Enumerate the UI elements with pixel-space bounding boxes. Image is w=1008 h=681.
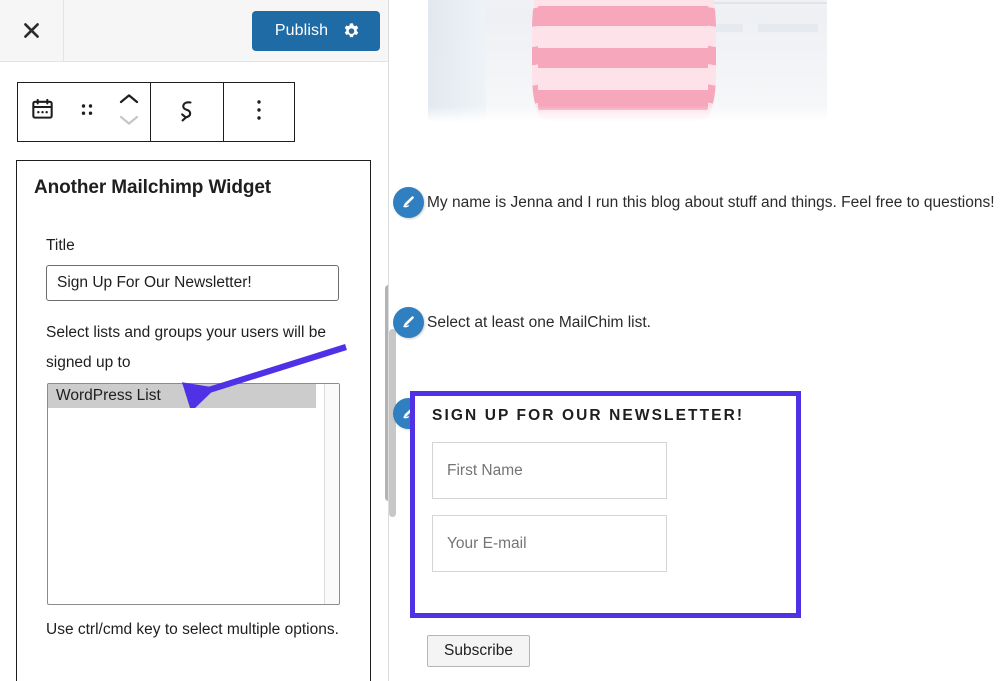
block-toolbar-group-primary [18,83,150,141]
publish-button[interactable]: Publish [252,11,380,51]
blue-pen-badge-icon[interactable] [393,187,424,218]
title-field-label: Title [46,237,75,254]
newsletter-heading: SIGN UP FOR OUR NEWSLETTER! [432,407,745,424]
site-preview-panel: My name is Jenna and I run this blog abo… [389,0,1008,681]
block-toolbar [17,82,295,142]
editor-header-bar: Publish [0,0,388,62]
more-options-button[interactable] [224,83,294,141]
email-input[interactable] [432,515,667,572]
transform-block-button[interactable] [151,83,223,141]
chevron-up-icon [118,92,140,111]
block-movers [108,92,150,133]
chevron-down-icon [118,113,140,132]
six-dot-drag-icon [79,101,95,124]
preview-scrollbar-thumb[interactable] [389,329,396,517]
calendar-widget-block-icon [30,97,55,127]
widget-editor-screen: Publish Another Mailchimp Widget Title S… [0,0,1008,681]
drag-handle[interactable] [66,83,108,141]
subscribe-button[interactable]: Subscribe [427,635,530,667]
hero-left-blur [428,0,486,122]
vertical-ellipsis-icon [256,99,262,126]
curved-arrow-transform-icon [173,96,201,129]
gear-icon[interactable] [342,22,361,41]
close-button[interactable] [0,0,64,61]
blue-pen-badge-icon[interactable] [393,307,424,338]
hero-shelf-block [758,24,818,32]
preview-paragraph[interactable]: My name is Jenna and I run this blog abo… [427,188,1008,218]
editor-scrollbar-track[interactable] [377,62,388,681]
block-editor-panel: Publish Another Mailchimp Widget Title S… [0,0,388,681]
list-item[interactable]: WordPress List [48,384,316,408]
move-down-button[interactable] [108,113,150,133]
hero-striped-shirt [538,0,708,122]
first-name-input[interactable] [432,442,667,499]
publish-button-label: Publish [274,22,329,39]
hero-fade [428,106,827,122]
lists-help-text: Use ctrl/cmd key to select multiple opti… [46,621,339,638]
lists-scrollbar[interactable] [324,384,339,604]
title-input[interactable] [46,265,339,301]
mailchimp-widget-card: Another Mailchimp Widget Title Select li… [16,160,371,681]
lists-multiselect[interactable]: WordPress List [47,383,340,605]
widget-card-title: Another Mailchimp Widget [34,177,272,198]
preview-paragraph[interactable]: Select at least one MailChim list. [427,308,987,338]
lists-field-label: Select lists and groups your users will … [46,324,326,371]
move-up-button[interactable] [108,92,150,112]
hero-image [428,0,827,122]
newsletter-form-highlight: SIGN UP FOR OUR NEWSLETTER! [410,391,801,618]
close-x-icon [22,21,41,40]
block-type-button[interactable] [18,83,66,141]
